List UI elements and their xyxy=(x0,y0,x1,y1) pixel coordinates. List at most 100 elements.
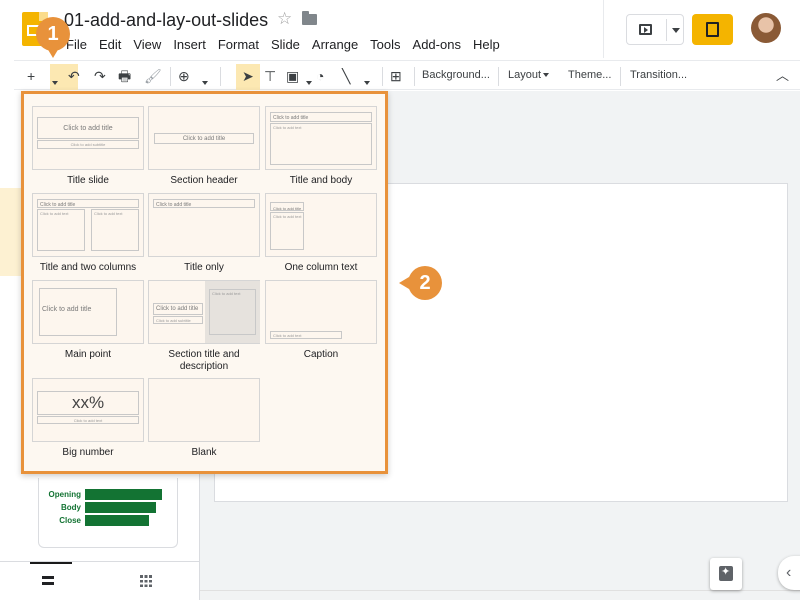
thumbnail-row-label: Body xyxy=(61,503,81,512)
new-slide-plus-icon[interactable]: + xyxy=(27,67,35,85)
layout-dropdown-caret-icon xyxy=(543,73,550,78)
toolbar-divider xyxy=(620,67,621,86)
filmstrip-view-button[interactable] xyxy=(30,562,72,600)
present-dropdown-caret-icon[interactable] xyxy=(672,28,680,33)
thumbnail-row-label: Close xyxy=(59,516,81,525)
layout-option-one-column-text[interactable]: Click to add title Click to add text xyxy=(265,193,377,257)
shape-icon[interactable]: ◔ xyxy=(316,67,324,85)
layout-option-blank[interactable] xyxy=(148,378,260,442)
placeholder-title: xx% xyxy=(37,391,139,415)
placeholder-subtitle: Click to add subtitle xyxy=(37,140,139,149)
placeholder-title: Click to add title xyxy=(39,288,117,336)
toolbar-divider xyxy=(170,67,171,86)
layout-option-big-number[interactable]: xx% Click to add text xyxy=(32,378,144,442)
line-icon[interactable]: ╲ xyxy=(342,67,350,85)
thumbnail-row-opening: Opening xyxy=(39,488,179,502)
zoom-dropdown-caret-icon[interactable] xyxy=(200,73,208,91)
thumbnail-row-body: Body xyxy=(39,501,179,515)
placeholder-title: Click to add title xyxy=(37,199,139,208)
new-slide-dropdown-caret-icon[interactable] xyxy=(50,73,58,91)
slides-editor: 01-add-and-lay-out-slides ☆ File Edit Vi… xyxy=(0,0,800,600)
select-cursor-icon[interactable]: ➤ xyxy=(242,67,254,85)
horizontal-scrollbar[interactable] xyxy=(200,590,800,600)
layout-dropdown-panel: Click to add title Click to add subtitle… xyxy=(21,91,388,474)
placeholder-body: Click to add text xyxy=(91,209,139,251)
thumbnail-bar xyxy=(85,502,156,513)
placeholder-body: Click to add text xyxy=(37,416,139,424)
selected-slide-highlight xyxy=(0,188,22,276)
menu-bar: File Edit View Insert Format Slide Arran… xyxy=(66,37,512,52)
layout-button[interactable]: Layout xyxy=(508,69,550,81)
background-button[interactable]: Background... xyxy=(422,69,490,81)
placeholder-body: Click to add text xyxy=(270,331,342,339)
menu-slide[interactable]: Slide xyxy=(271,37,300,52)
layout-option-title-slide[interactable]: Click to add title Click to add subtitle xyxy=(32,106,144,170)
layout-option-title-only[interactable]: Click to add title xyxy=(148,193,260,257)
add-comment-icon[interactable]: ⊞ xyxy=(390,67,402,85)
layout-option-section-title-and-description[interactable]: Click to add title Click to add subtitle… xyxy=(148,280,260,344)
thumbnail-row-label: Opening xyxy=(48,490,81,499)
print-icon[interactable]: 🖶 xyxy=(118,67,131,85)
transition-button[interactable]: Transition... xyxy=(630,69,687,81)
layout-option-title-and-two-columns[interactable]: Click to add title Click to add text Cli… xyxy=(32,193,144,257)
image-icon[interactable]: ▣ xyxy=(286,67,299,85)
theme-button[interactable]: Theme... xyxy=(568,69,611,81)
thumbnail-bar xyxy=(85,515,149,526)
zoom-icon[interactable]: ⊕ xyxy=(178,67,190,85)
toolbar-divider xyxy=(220,67,221,86)
toolbar-divider xyxy=(382,67,383,86)
header-divider xyxy=(603,0,604,58)
present-icon xyxy=(639,24,652,35)
grid-view-icon[interactable] xyxy=(140,575,152,587)
menu-help[interactable]: Help xyxy=(473,37,500,52)
placeholder-body: Click to add text xyxy=(37,209,85,251)
layout-option-main-point[interactable]: Click to add title xyxy=(32,280,144,344)
placeholder-body: Click to add text xyxy=(209,289,256,335)
layout-label: Section title and description xyxy=(168,349,240,372)
placeholder-title: Click to add title xyxy=(153,303,203,315)
menu-arrange[interactable]: Arrange xyxy=(312,37,358,52)
toolbar-divider xyxy=(498,67,499,86)
toolbar: + ↶ ↷ 🖶 🖌 ⊕ ➤ ⊤ ▣ ◔ ╲ ⊞ Background... La… xyxy=(14,60,800,90)
menu-format[interactable]: Format xyxy=(218,37,259,52)
collapse-toolbar-chevron-up-icon[interactable]: ︿ xyxy=(776,67,789,85)
step-callout-1: 1 xyxy=(36,17,70,58)
placeholder-title: Click to add title xyxy=(270,202,304,211)
document-title[interactable]: 01-add-and-lay-out-slides xyxy=(64,10,268,31)
menu-insert[interactable]: Insert xyxy=(173,37,206,52)
layout-label: Blank xyxy=(191,447,217,458)
present-button[interactable] xyxy=(626,14,684,45)
menu-edit[interactable]: Edit xyxy=(99,37,121,52)
undo-icon[interactable]: ↶ xyxy=(68,67,80,85)
redo-icon[interactable]: ↷ xyxy=(94,67,106,85)
placeholder-title: Click to add title xyxy=(37,117,139,139)
layout-label: Title and body xyxy=(289,175,353,186)
folder-icon[interactable] xyxy=(302,11,317,25)
toolbar-divider xyxy=(414,67,415,86)
layout-label: Main point xyxy=(64,349,112,360)
line-dropdown-caret-icon[interactable] xyxy=(362,73,370,91)
layout-option-caption[interactable]: Click to add text xyxy=(265,280,377,344)
menu-tools[interactable]: Tools xyxy=(370,37,400,52)
layout-option-section-header[interactable]: Click to add title xyxy=(148,106,260,170)
thumbnail-row-close: Close xyxy=(39,514,179,528)
placeholder-subtitle: Click to add subtitle xyxy=(153,316,203,324)
slide-thumbnail[interactable]: Opening Body Close xyxy=(38,478,178,548)
placeholder-body: Click to add text xyxy=(270,212,304,250)
menu-add-ons[interactable]: Add-ons xyxy=(413,37,461,52)
explore-button[interactable] xyxy=(710,558,742,590)
text-box-icon[interactable]: ⊤ xyxy=(264,67,276,85)
placeholder-title: Click to add title xyxy=(154,133,254,144)
star-icon[interactable]: ☆ xyxy=(277,9,292,29)
avatar[interactable] xyxy=(751,13,781,43)
layout-option-title-and-body[interactable]: Click to add title Click to add text xyxy=(265,106,377,170)
layout-label: Title slide xyxy=(67,175,109,186)
layout-button-label: Layout xyxy=(508,69,542,81)
placeholder-title: Click to add title xyxy=(153,199,255,208)
side-panel-toggle-chevron-left-icon[interactable]: ‹ xyxy=(778,556,800,590)
paint-format-icon[interactable]: 🖌 xyxy=(144,67,162,85)
image-dropdown-caret-icon[interactable] xyxy=(304,73,312,91)
share-button[interactable] xyxy=(692,14,733,45)
layout-label: Big number xyxy=(62,447,114,458)
menu-view[interactable]: View xyxy=(133,37,161,52)
